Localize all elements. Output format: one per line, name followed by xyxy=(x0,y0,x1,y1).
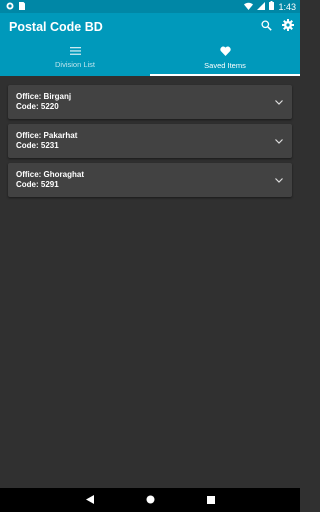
system-nav-bar xyxy=(0,488,300,512)
app-notification-icon xyxy=(6,2,14,12)
list-item[interactable]: Office: Ghoraghat Code: 5291 xyxy=(8,163,292,197)
list-item[interactable]: Office: Pakarhat Code: 5231 xyxy=(8,124,292,158)
status-time: 1:43 xyxy=(278,1,296,12)
heart-icon xyxy=(219,46,231,58)
battery-icon xyxy=(269,1,275,12)
list-item-text: Office: Birganj Code: 5220 xyxy=(16,92,71,112)
postal-code: Code: 5220 xyxy=(16,102,59,111)
tab-division-list-label: Division List xyxy=(54,60,95,69)
saved-items-list: Office: Birganj Code: 5220 Office: Pakar… xyxy=(0,76,300,488)
home-icon[interactable] xyxy=(146,491,155,509)
chevron-down-icon[interactable] xyxy=(274,97,284,107)
tab-bar: Division List Saved Items xyxy=(0,40,300,76)
signal-icon xyxy=(257,1,266,12)
settings-icon[interactable] xyxy=(282,18,294,36)
office-name: Office: Pakarhat xyxy=(16,131,78,140)
list-item-text: Office: Pakarhat Code: 5231 xyxy=(16,131,77,151)
recents-icon[interactable] xyxy=(206,491,215,509)
postal-code: Code: 5231 xyxy=(16,141,59,150)
status-bar-right: 1:43 xyxy=(244,1,296,12)
postal-code: Code: 5291 xyxy=(16,180,59,189)
status-bar: 1:43 xyxy=(0,0,300,13)
tab-division-list[interactable]: Division List xyxy=(0,40,150,76)
back-icon[interactable] xyxy=(85,491,94,509)
status-bar-left xyxy=(6,1,25,12)
office-name: Office: Birganj xyxy=(16,92,72,101)
list-item[interactable]: Office: Birganj Code: 5220 xyxy=(8,85,292,119)
app-bar: Postal Code BD Division List Saved Items xyxy=(0,13,300,76)
list-icon xyxy=(69,47,81,57)
wifi-icon xyxy=(244,2,254,12)
search-icon[interactable] xyxy=(261,18,272,36)
office-name: Office: Ghoraghat xyxy=(16,170,85,179)
chevron-down-icon[interactable] xyxy=(274,175,284,185)
app-title: Postal Code BD xyxy=(9,19,103,34)
list-item-text: Office: Ghoraghat Code: 5291 xyxy=(16,170,84,190)
sim-card-icon xyxy=(19,1,25,12)
app-bar-actions xyxy=(261,18,294,36)
chevron-down-icon[interactable] xyxy=(274,136,284,146)
app-bar-title-row: Postal Code BD xyxy=(0,13,300,40)
tab-saved-items-label: Saved Items xyxy=(204,61,246,70)
tab-saved-items[interactable]: Saved Items xyxy=(150,40,300,76)
